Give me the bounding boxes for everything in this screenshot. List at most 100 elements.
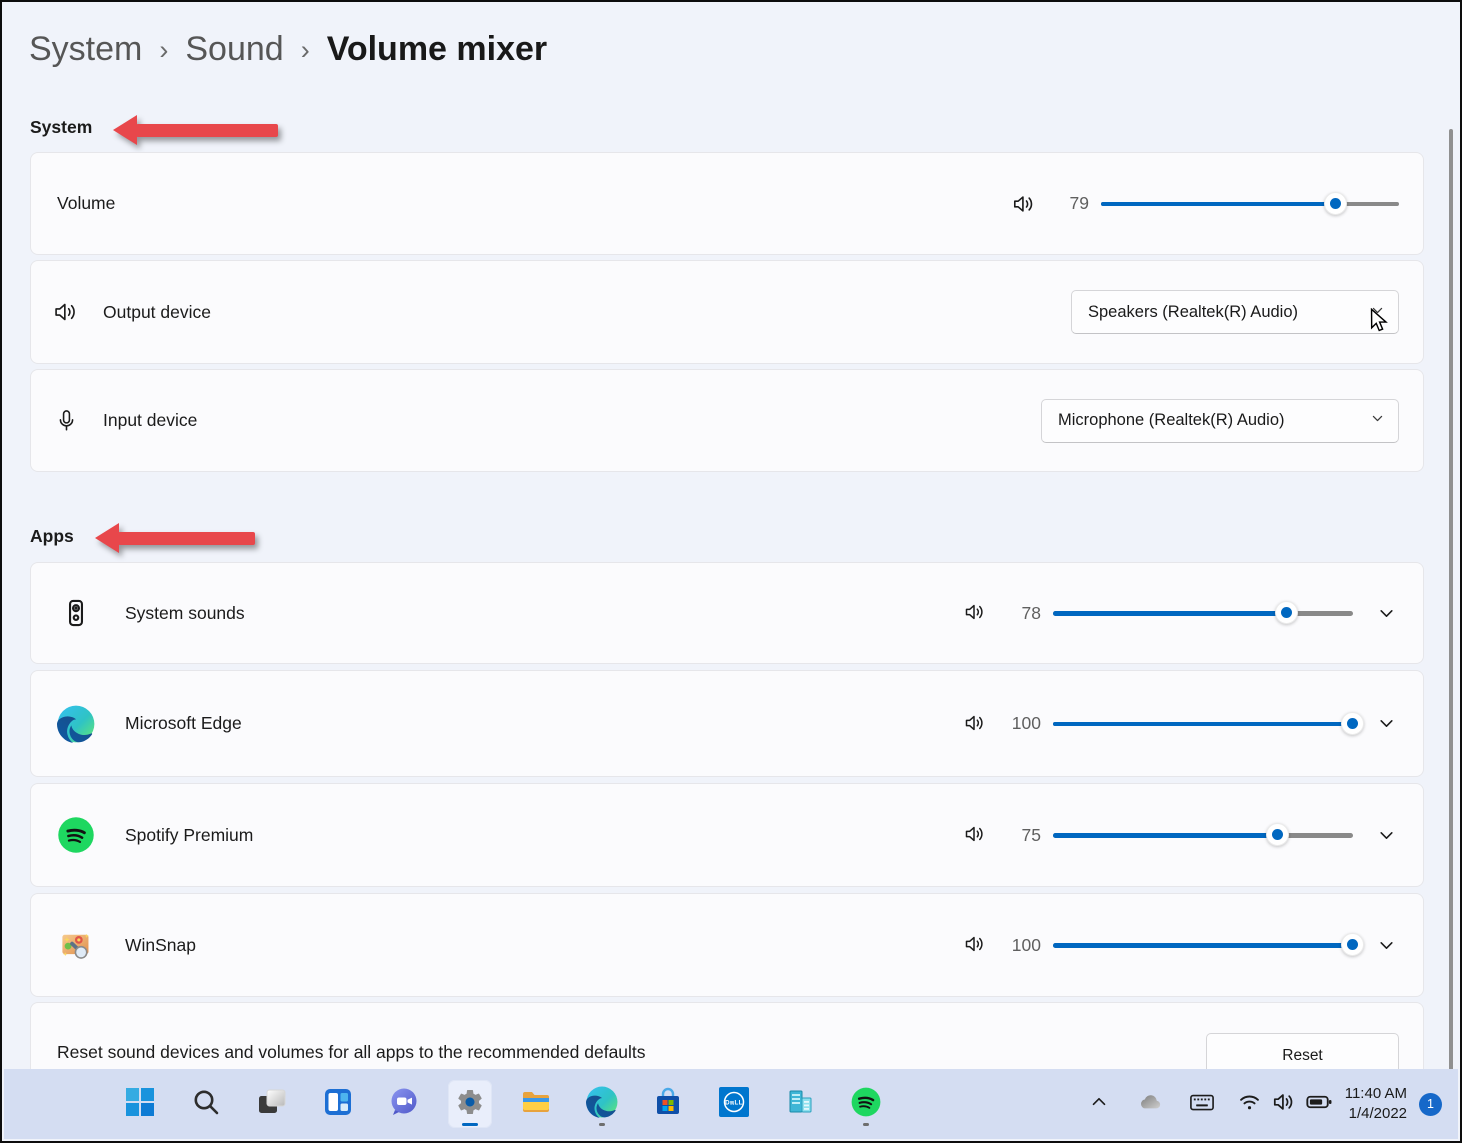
slider-thumb[interactable] — [1275, 601, 1298, 624]
app-row-microsoft-edge: Microsoft Edge 100 — [30, 670, 1424, 777]
tray-status-icons[interactable] — [1236, 1088, 1333, 1121]
volume-card: Volume 79 — [30, 152, 1424, 255]
storage-app-icon — [784, 1086, 816, 1123]
expand-chevron-icon[interactable] — [1375, 934, 1397, 956]
app-name: Spotify Premium — [125, 825, 253, 846]
chevron-up-icon — [1088, 1091, 1110, 1118]
speaker-icon[interactable] — [963, 711, 989, 737]
slider-thumb[interactable] — [1341, 933, 1364, 956]
spotify-icon — [57, 816, 95, 854]
chevron-down-icon — [1371, 411, 1384, 430]
app-name: System sounds — [125, 603, 245, 624]
running-app-indicator — [863, 1123, 869, 1127]
microphone-icon — [51, 406, 81, 436]
output-device-label: Output device — [103, 302, 211, 323]
speaker-icon[interactable] — [1011, 191, 1037, 217]
slider-thumb[interactable] — [1341, 712, 1364, 735]
notification-badge[interactable]: 1 — [1419, 1093, 1442, 1116]
show-hidden-icons-button[interactable] — [1082, 1084, 1116, 1124]
app-volume-value: 100 — [1001, 935, 1041, 956]
winsnap-icon — [57, 926, 95, 964]
onedrive-tray-button[interactable] — [1130, 1084, 1170, 1124]
app-volume-value: 75 — [1001, 825, 1041, 846]
touch-keyboard-button[interactable] — [1182, 1084, 1222, 1124]
app-volume-value: 78 — [1001, 603, 1041, 624]
speaker-icon[interactable] — [963, 822, 989, 848]
taskbar-start-button[interactable] — [118, 1080, 162, 1128]
taskbar-spotify-button[interactable] — [844, 1080, 888, 1128]
task-view-icon — [257, 1087, 287, 1122]
expand-chevron-icon[interactable] — [1375, 713, 1397, 735]
taskbar-settings-button[interactable] — [448, 1080, 492, 1128]
app-volume-slider[interactable] — [1053, 932, 1353, 958]
battery-icon — [1305, 1088, 1333, 1121]
file-explorer-icon — [520, 1087, 552, 1122]
active-app-indicator — [462, 1123, 478, 1127]
taskbar-file-explorer-button[interactable] — [514, 1080, 558, 1128]
output-device-value: Speakers (Realtek(R) Audio) — [1088, 303, 1298, 322]
input-device-select[interactable]: Microphone (Realtek(R) Audio) — [1041, 399, 1399, 443]
settings-window: System › Sound › Volume mixer System App… — [0, 0, 1462, 1143]
taskbar-store-button[interactable] — [646, 1080, 690, 1128]
running-app-indicator — [599, 1123, 605, 1127]
annotation-arrow-apps — [118, 532, 255, 545]
volume-slider[interactable] — [1101, 191, 1399, 217]
slider-fill — [1053, 611, 1287, 616]
tray-date: 1/4/2022 — [1345, 1104, 1407, 1124]
volume-label: Volume — [57, 193, 115, 214]
windows-logo-icon — [125, 1087, 155, 1122]
slider-fill — [1053, 833, 1278, 838]
app-name: WinSnap — [125, 935, 196, 956]
app-volume-slider[interactable] — [1053, 600, 1353, 626]
keyboard-icon — [1188, 1088, 1216, 1121]
slider-fill — [1053, 722, 1353, 727]
edge-icon — [57, 705, 95, 743]
clock[interactable]: 11:40 AM 1/4/2022 — [1345, 1084, 1407, 1125]
chat-icon — [389, 1087, 419, 1122]
expand-chevron-icon[interactable] — [1375, 602, 1397, 624]
breadcrumb-system[interactable]: System — [29, 30, 142, 69]
breadcrumb-separator: › — [301, 33, 310, 66]
taskbar-edge-button[interactable] — [580, 1080, 624, 1128]
taskbar-icons: D𝛑LL — [118, 1069, 888, 1139]
slider-fill — [1053, 943, 1353, 948]
taskbar-search-button[interactable] — [184, 1080, 228, 1128]
annotation-arrow-system — [136, 124, 278, 137]
taskbar-task-view-button[interactable] — [250, 1080, 294, 1128]
page-title: Volume mixer — [327, 30, 547, 69]
app-volume-slider[interactable] — [1053, 822, 1353, 848]
speaker-icon — [1271, 1089, 1297, 1120]
taskbar-chat-button[interactable] — [382, 1080, 426, 1128]
app-row-system-sounds: System sounds 78 — [30, 562, 1424, 664]
widgets-icon — [323, 1087, 353, 1122]
app-volume-slider[interactable] — [1053, 711, 1353, 737]
app-name: Microsoft Edge — [125, 713, 242, 734]
speaker-icon[interactable] — [963, 932, 989, 958]
expand-chevron-icon[interactable] — [1375, 824, 1397, 846]
input-device-label: Input device — [103, 410, 197, 431]
breadcrumb-separator: › — [159, 33, 168, 66]
wifi-icon — [1236, 1088, 1263, 1120]
vertical-scrollbar[interactable] — [1449, 129, 1453, 1072]
breadcrumb-sound[interactable]: Sound — [185, 30, 283, 69]
system-tray: 11:40 AM 1/4/2022 1 — [1082, 1069, 1442, 1139]
speaker-icon[interactable] — [963, 600, 989, 626]
reset-description: Reset sound devices and volumes for all … — [31, 1042, 646, 1063]
search-icon — [191, 1087, 221, 1122]
slider-thumb[interactable] — [1266, 823, 1289, 846]
cloud-icon — [1136, 1088, 1164, 1121]
breadcrumb: System › Sound › Volume mixer — [29, 30, 547, 69]
svg-text:D𝛑LL: D𝛑LL — [725, 1099, 743, 1106]
system-section-heading: System — [30, 117, 92, 138]
input-device-card: Input device Microphone (Realtek(R) Audi… — [30, 369, 1424, 472]
taskbar-storage-app-button[interactable] — [778, 1080, 822, 1128]
slider-thumb[interactable] — [1324, 192, 1347, 215]
gear-icon — [455, 1087, 485, 1122]
taskbar-widgets-button[interactable] — [316, 1080, 360, 1128]
edge-icon — [586, 1086, 618, 1123]
output-device-select[interactable]: Speakers (Realtek(R) Audio) — [1071, 290, 1399, 334]
app-row-spotify-premium: Spotify Premium 75 — [30, 783, 1424, 887]
slider-fill — [1101, 202, 1336, 207]
volume-value: 79 — [1049, 193, 1089, 214]
taskbar-dell-button[interactable]: D𝛑LL — [712, 1080, 756, 1128]
